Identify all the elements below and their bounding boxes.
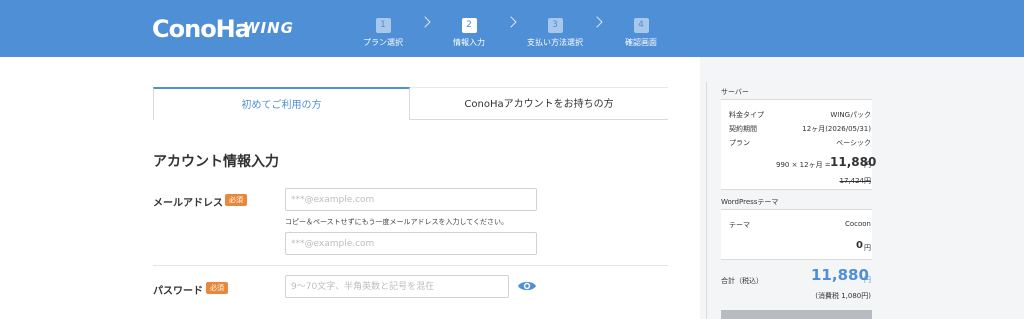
summary-row-value: Cocoon — [844, 220, 871, 228]
password-label: パスワード — [153, 286, 203, 297]
next-button[interactable] — [721, 310, 872, 319]
eye-icon[interactable] — [517, 279, 537, 293]
conoha-logo[interactable]: ConoHa — [152, 15, 251, 43]
total-price: 11,880 — [811, 266, 869, 284]
summary-row-label: 契約期間 — [729, 125, 757, 133]
summary-row-label: 料金タイプ — [729, 111, 764, 119]
wp-theme-heading: WordPressテーマ — [721, 198, 779, 206]
column-divider — [706, 82, 707, 319]
required-badge: 必須 — [206, 282, 228, 294]
step-number: 4 — [633, 18, 649, 33]
summary-row-label: テーマ — [729, 221, 750, 229]
section-title: アカウント情報入力 — [153, 154, 279, 170]
original-price: 17,424円 — [839, 177, 872, 185]
step-label: 確認画面 — [625, 38, 657, 47]
email-label: メールアドレス — [153, 198, 223, 209]
price-calc: 990 × 12ヶ月 = — [776, 161, 831, 169]
step-plan: 1 プラン選択 — [338, 12, 428, 48]
step-label: 支払い方法選択 — [527, 38, 583, 47]
tab-existing-account[interactable]: ConoHaアカウントをお持ちの方 — [410, 87, 668, 120]
step-payment: 3 支払い方法選択 — [510, 12, 600, 48]
email-confirm-input[interactable] — [285, 232, 537, 255]
step-confirm: 4 確認画面 — [596, 12, 686, 48]
wing-logo-text: WING — [243, 19, 294, 37]
yen-unit: 円 — [864, 244, 871, 252]
divider — [721, 259, 872, 260]
step-label: プラン選択 — [363, 38, 403, 47]
top-header: ConoHa WING 1 プラン選択 2 情報入力 3 支払い方法選択 4 確… — [0, 0, 1024, 57]
server-heading: サーバー — [721, 88, 749, 96]
summary-row-value: ベーシック — [836, 139, 871, 147]
email-hint: コピー＆ペーストせずにもう一度メールアドレスを入力してください。 — [285, 218, 509, 226]
yen-unit: 円 — [864, 276, 871, 284]
step-number: 2 — [461, 18, 477, 33]
total-label: 合計（税込） — [721, 277, 763, 285]
yen-unit: 円 — [864, 161, 871, 169]
tab-new-user[interactable]: 初めてご利用の方 — [153, 87, 410, 120]
theme-price: 0 — [856, 240, 863, 251]
email-input[interactable] — [285, 188, 537, 211]
divider — [721, 189, 872, 190]
summary-row-label: プラン — [729, 139, 750, 147]
step-number: 3 — [547, 18, 563, 33]
tax-note: (消費税 1,080円) — [815, 292, 871, 300]
summary-row-value: WINGパック — [830, 111, 871, 119]
summary-row-value: 12ヶ月(2026/05/31) — [802, 125, 871, 133]
step-number: 1 — [375, 18, 391, 33]
divider — [153, 265, 668, 266]
required-badge: 必須 — [225, 194, 247, 206]
password-input[interactable] — [285, 275, 509, 298]
theme-summary-box — [721, 210, 872, 260]
step-info: 2 情報入力 — [424, 12, 514, 48]
step-label: 情報入力 — [453, 38, 485, 47]
